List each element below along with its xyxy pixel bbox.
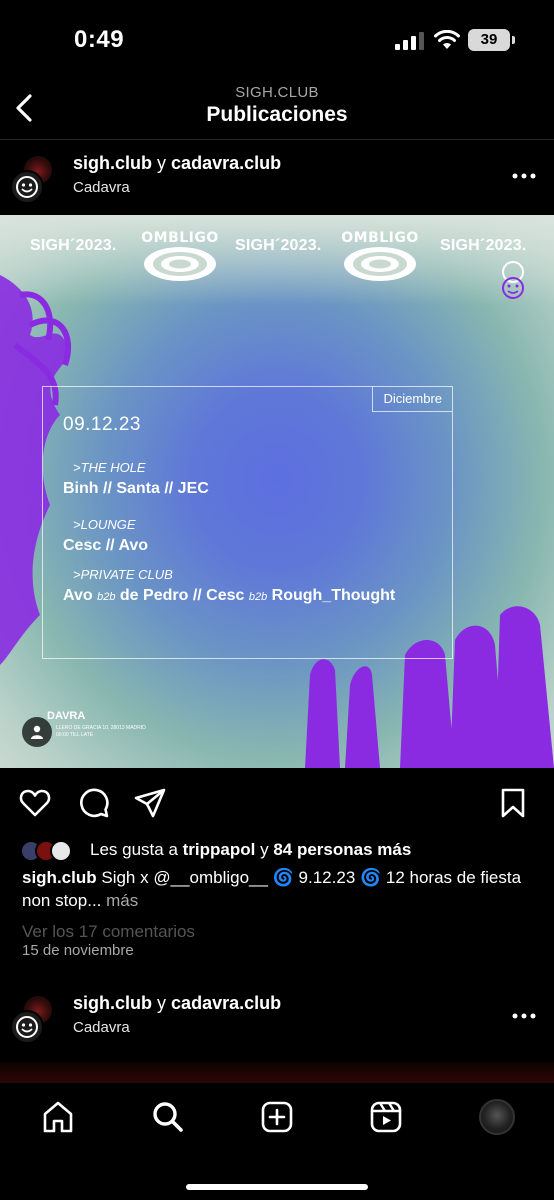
ombligo-logo: OMBLIGO [340,230,420,282]
collab-avatars[interactable] [10,154,60,204]
poster-sigh-label: SIGH´2023. [440,237,527,254]
lineup: Avo b2b de Pedro // Cesc b2b Rough_Thoug… [63,587,395,605]
lineup-dj: Avo [63,587,93,604]
post-authors: sigh.club y cadavra.club [73,153,281,174]
post-header: sigh.club y cadavra.club Cadavra [0,988,554,1060]
avatar-sigh[interactable] [10,170,44,204]
heart-icon[interactable] [18,786,52,820]
lineup: Cesc // Avo [63,537,149,554]
search-icon[interactable] [150,1099,186,1135]
liker-avatars [20,840,88,862]
lineup-dj: Rough_Thought [271,587,396,604]
likes-count[interactable]: 84 personas más [273,840,411,859]
profile-avatar[interactable] [479,1099,515,1135]
event-date: 09.12.23 [63,414,141,435]
post-location[interactable]: Cadavra [73,1019,130,1036]
nav-header: SIGH.CLUB Publicaciones [0,84,554,140]
ombligo-logo: OMBLIGO [140,230,220,282]
event-info-box: Diciembre 09.12.23 >THE HOLE Binh // San… [42,386,453,659]
likes-prefix: Les gusta a [90,840,178,859]
smiley-logo-icon [16,176,38,198]
home-icon[interactable] [40,1099,76,1135]
collaborator-link[interactable]: cadavra.club [171,993,281,1013]
venue-details: LLERO DE GRACIA 10, 28013 MADRID 00:00 T… [56,725,146,739]
author-link[interactable]: sigh.club [73,153,152,173]
share-icon[interactable] [133,786,167,820]
post-date: 15 de noviembre [22,942,134,959]
bookmark-icon[interactable] [496,786,530,820]
battery-nub [512,36,515,44]
battery-icon: 39 [468,29,510,51]
venue-hours: 00:00 TILL LATE [56,732,94,738]
lineup-dj: de Pedro // Cesc [119,587,245,604]
reels-icon[interactable] [368,1099,404,1135]
post-location[interactable]: Cadavra [73,179,130,196]
person-icon [31,725,43,739]
venue-address: LLERO DE GRACIA 10, 28013 MADRID [56,725,146,731]
status-bar: 0:49 39 [0,0,554,84]
cellular-signal-icon [395,32,424,50]
view-comments-link[interactable]: Ver los 17 comentarios [22,922,195,942]
collaborator-link[interactable]: cadavra.club [171,153,281,173]
caption-text: Sigh x @__ombligo__ 🌀 9.12.23 🌀 12 horas… [22,868,522,910]
tagged-users-icon[interactable] [22,717,52,747]
lineup: Binh // Santa // JEC [63,480,209,497]
collab-avatars[interactable] [10,994,60,1044]
spiral-icon [344,247,416,281]
poster-sigh-label: SIGH´2023. [235,237,322,254]
smiley-sticker-icon [502,261,524,299]
post-header: sigh.club y cadavra.club Cadavra [0,148,554,220]
month-tag: Diciembre [372,387,452,412]
caption-author[interactable]: sigh.club [22,868,97,887]
room-label: >LOUNGE [73,517,136,532]
room-label: >THE HOLE [73,460,146,475]
liker-avatar [50,840,72,862]
author-connector: y [157,993,167,1013]
account-name: SIGH.CLUB [235,84,319,101]
caption-more-link[interactable]: más [106,891,138,910]
venue-name: DAVRA [47,710,86,722]
status-time: 0:49 [74,26,125,53]
post-actions [0,778,554,828]
more-options-icon[interactable] [510,1006,538,1026]
post-caption: sigh.club Sigh x @__ombligo__ 🌀 9.12.23 … [22,866,537,912]
create-post-icon[interactable] [259,1099,295,1135]
smiley-logo-icon [16,1016,38,1038]
wifi-icon [434,30,460,49]
home-indicator [186,1184,368,1190]
avatar-sigh[interactable] [10,1010,44,1044]
likes-row[interactable]: Les gusta a trippapol y 84 personas más [20,838,540,864]
post-authors: sigh.club y cadavra.club [73,993,281,1014]
likes-connector: y [260,840,269,859]
b2b-label: b2b [248,591,268,603]
room-label: >PRIVATE CLUB [73,567,173,582]
spiral-icon [144,247,216,281]
poster-sigh-label: SIGH´2023. [30,237,117,254]
likes-text: Les gusta a trippapol y 84 personas más [90,840,411,860]
author-link[interactable]: sigh.club [73,993,152,1013]
comment-icon[interactable] [76,786,110,820]
page-title: Publicaciones [206,103,348,126]
author-connector: y [157,153,167,173]
tab-bar [0,1082,554,1200]
post-image[interactable]: SIGH´2023. OMBLIGO SIGH´2023. OMBLIGO SI… [0,215,554,768]
liker-username[interactable]: trippapol [183,840,256,859]
b2b-label: b2b [97,591,116,603]
more-options-icon[interactable] [510,166,538,186]
